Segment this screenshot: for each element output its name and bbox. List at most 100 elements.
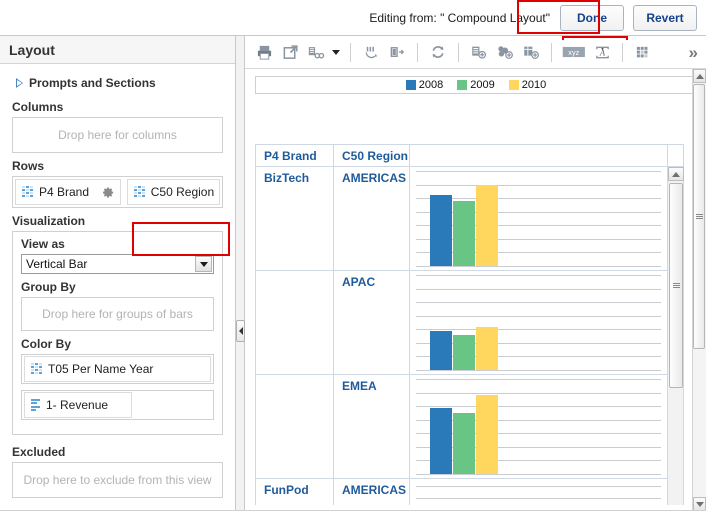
measure-icon <box>31 399 41 412</box>
cell-brand[interactable]: BizTech <box>256 167 334 271</box>
prompts-and-sections-toggle[interactable]: Prompts and Sections <box>16 76 223 90</box>
panel-title: Layout <box>0 36 235 64</box>
bar-2010[interactable] <box>476 185 498 266</box>
cell-region[interactable]: APAC <box>334 271 410 375</box>
page-scrollbar-thumb[interactable] <box>693 84 705 349</box>
print-icon[interactable] <box>251 40 277 64</box>
collapse-panel-handle[interactable] <box>236 320 245 342</box>
grid-icon <box>22 186 34 198</box>
chart-panel-biztech-americas[interactable] <box>410 167 668 271</box>
legend-label: 2008 <box>419 79 443 91</box>
header-chart <box>410 145 668 167</box>
grid-view-icon[interactable] <box>630 40 656 64</box>
bar-2010[interactable] <box>476 327 498 370</box>
page-scroll-up-button[interactable] <box>693 69 706 83</box>
chart-panel-funpod-americas[interactable] <box>410 479 668 506</box>
chevron-down-icon[interactable] <box>195 256 212 272</box>
color-by-dropzone-measure[interactable]: 1- Revenue <box>21 390 214 420</box>
rows-dropzone[interactable]: P4 Brand C50 Region <box>12 176 223 208</box>
page-scroll-down-button[interactable] <box>693 497 706 511</box>
gear-icon[interactable] <box>100 185 115 200</box>
pivot-table-container: P4 Brand C50 Region BizTech AMERICAS <box>255 144 684 505</box>
plot-area <box>416 171 661 266</box>
color-by-dropzone-year[interactable]: T05 Per Name Year <box>21 354 214 384</box>
grid-icon <box>134 186 146 198</box>
view-toolbar: xyz A » <box>245 36 706 69</box>
excluded-label: Excluded <box>12 445 223 459</box>
legend-item[interactable]: 2009 <box>457 79 494 91</box>
bar-2008[interactable] <box>430 195 452 266</box>
export-chart-icon[interactable] <box>303 40 329 64</box>
group-by-label: Group By <box>21 280 214 294</box>
table-row: BizTech AMERICAS <box>256 167 684 271</box>
pivot-vertical-scrollbar[interactable] <box>668 167 684 506</box>
header-p4-brand[interactable]: P4 Brand <box>256 145 334 167</box>
chart-panel-biztech-apac[interactable] <box>410 271 668 375</box>
export-icon[interactable] <box>277 40 303 64</box>
color-by-chip-revenue[interactable]: 1- Revenue <box>24 392 132 418</box>
cell-brand[interactable] <box>256 375 334 479</box>
more-icon[interactable]: » <box>689 44 698 61</box>
toolbar-divider <box>458 43 459 62</box>
cell-region[interactable]: AMERICAS <box>334 479 410 506</box>
export-caret-icon[interactable] <box>329 40 343 64</box>
page-vertical-scrollbar[interactable] <box>692 69 706 511</box>
pivot-table: P4 Brand C50 Region BizTech AMERICAS <box>255 144 684 505</box>
scroll-up-button[interactable] <box>668 167 684 181</box>
excluded-dropzone[interactable]: Drop here to exclude from this view <box>12 462 223 498</box>
top-buttons: Done Revert <box>560 5 706 31</box>
rows-chip-c50-region[interactable]: C50 Region <box>127 179 220 205</box>
bar-2008[interactable] <box>430 331 452 370</box>
view-as-select[interactable]: Vertical Bar <box>21 254 214 274</box>
done-button[interactable]: Done <box>560 5 624 31</box>
group-by-dropzone[interactable]: Drop here for groups of bars <box>21 297 214 331</box>
bar-2009[interactable] <box>453 413 475 474</box>
rows-label: Rows <box>12 159 223 173</box>
cell-region[interactable]: EMEA <box>334 375 410 479</box>
chart-panel-biztech-emea[interactable] <box>410 375 668 479</box>
bar-group <box>430 379 498 474</box>
plot-area <box>416 275 661 370</box>
revert-button[interactable]: Revert <box>633 5 697 31</box>
bar-2008[interactable] <box>430 408 452 475</box>
add-group-icon[interactable] <box>492 40 518 64</box>
cell-region[interactable]: AMERICAS <box>334 167 410 271</box>
svg-text:xyz: xyz <box>568 48 579 57</box>
rows-chip-p4-brand[interactable]: P4 Brand <box>15 179 121 205</box>
total-icon[interactable]: A <box>589 40 615 64</box>
bar-2010[interactable] <box>476 395 498 474</box>
legend-swatch-2008 <box>406 80 416 90</box>
main-content: Layout Prompts and Sections Columns Drop… <box>0 35 706 511</box>
toolbar-divider <box>622 43 623 62</box>
columns-dropzone[interactable]: Drop here for columns <box>12 117 223 153</box>
cell-brand[interactable] <box>256 271 334 375</box>
toolbar-divider <box>350 43 351 62</box>
color-by-label: Color By <box>21 337 214 351</box>
columns-label: Columns <box>12 100 223 114</box>
table-header-row: P4 Brand C50 Region <box>256 145 684 167</box>
move-column-icon[interactable] <box>384 40 410 64</box>
add-graph-icon[interactable] <box>466 40 492 64</box>
refresh-icon[interactable] <box>425 40 451 64</box>
visualization-label: Visualization <box>12 214 223 228</box>
color-by-chip-label: T05 Per Name Year <box>48 362 153 376</box>
scrollbar-thumb[interactable] <box>669 183 683 388</box>
add-calculated-item-icon[interactable] <box>518 40 544 64</box>
legend-item[interactable]: 2008 <box>406 79 443 91</box>
panel-splitter[interactable] <box>236 35 245 511</box>
header-scroll <box>668 145 684 167</box>
xyz-icon[interactable]: xyz <box>559 40 589 64</box>
bar-group <box>430 275 498 370</box>
bar-2009[interactable] <box>453 201 475 266</box>
plot-area <box>416 379 661 474</box>
bar-2009[interactable] <box>453 335 475 370</box>
color-by-chip-t05-per-name-year[interactable]: T05 Per Name Year <box>24 356 211 382</box>
drill-icon[interactable] <box>358 40 384 64</box>
rows-chip-label: C50 Region <box>151 185 214 199</box>
toolbar-divider <box>417 43 418 62</box>
legend-item[interactable]: 2010 <box>509 79 546 91</box>
header-c50-region[interactable]: C50 Region <box>334 145 410 167</box>
legend-swatch-2010 <box>509 80 519 90</box>
bar-group <box>430 171 498 266</box>
cell-brand[interactable]: FunPod <box>256 479 334 506</box>
